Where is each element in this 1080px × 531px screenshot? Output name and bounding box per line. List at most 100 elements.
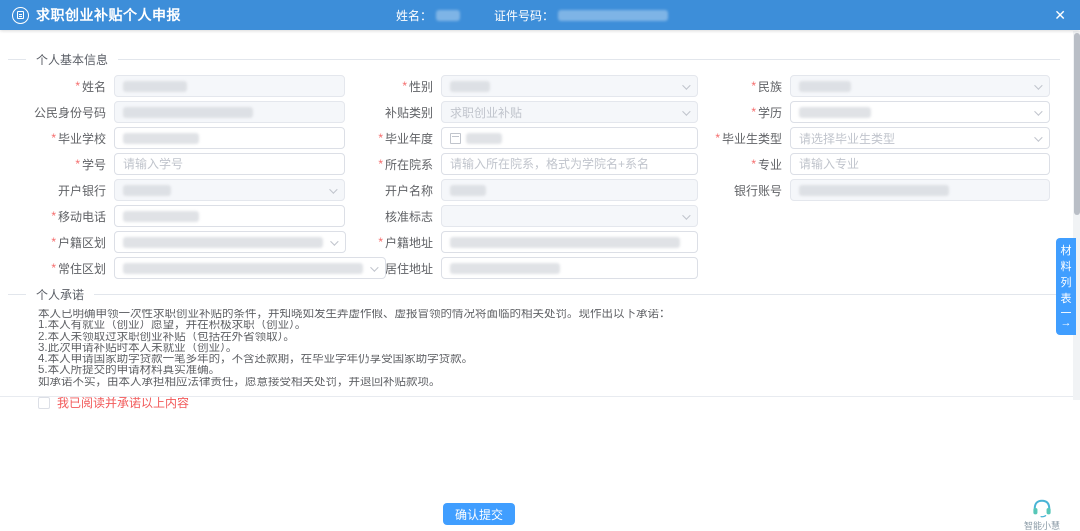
commitment-item: 2.本人未领取过求职创业补贴（包括在外省领取）。 [38,332,1060,343]
field-education: *学历 [708,101,1060,123]
close-icon[interactable]: ✕ [1054,6,1066,24]
page-title: 求职创业补贴个人申报 [36,5,181,25]
redacted-value [123,211,199,222]
account-name-input [441,179,698,201]
agree-checkbox[interactable] [38,397,50,409]
grad-year-datepicker[interactable] [441,127,698,149]
scrollbar-thumb[interactable] [1074,33,1080,215]
ethnicity-select [790,75,1050,97]
bank-select [114,179,345,201]
chevron-down-icon [1034,81,1042,89]
ai-assistant-widget[interactable]: 智能小慧 [1014,498,1070,531]
redacted-value [123,237,323,248]
student-id-input-wrap [114,153,345,175]
field-account-number: 银行账号 [708,179,1060,201]
field-label: 开户银行 [58,182,106,199]
commitment-item: 1.本人有就业（创业）愿望，并在积极求职（创业）。 [38,320,1060,331]
field-label: 移动电话 [58,208,106,225]
field-label: 公民身份号码 [34,104,106,121]
empty-cell [708,257,1060,279]
field-department: *所在院系 [355,153,708,175]
confirm-submit-button[interactable]: 确认提交 [443,503,515,525]
hukou-address-input[interactable] [441,231,698,253]
required-marker: * [402,79,407,93]
redacted-value [450,263,560,274]
field-label: 银行账号 [734,182,782,199]
chevron-down-icon [682,81,690,89]
mobile-input[interactable] [114,205,345,227]
field-label: 户籍地址 [385,234,433,251]
grad-type-select[interactable]: 请选择毕业生类型 [790,127,1050,149]
arrow-right-icon: → [1061,317,1072,329]
redacted-value [123,107,253,118]
field-label: 核准标志 [385,208,433,225]
school-input[interactable] [114,127,345,149]
section-title: 个人承诺 [26,286,94,303]
redacted-value [123,133,199,144]
field-label: 所在院系 [385,156,433,173]
field-subsidy-type: 补贴类别 求职创业补贴 [355,101,708,123]
res-address-input[interactable] [441,257,698,279]
required-marker: * [751,105,756,119]
student-id-input[interactable] [123,157,336,171]
form-document-icon [12,7,29,24]
field-grad-type: *毕业生类型 请选择毕业生类型 [708,127,1060,149]
field-label: 姓名 [82,78,106,95]
field-label: 开户名称 [385,182,433,199]
commitment-item: 5.本人所提交的申请材料真实准确。 [38,365,1060,376]
required-marker: * [51,235,56,249]
scrollbar-track[interactable] [1073,31,1080,400]
redacted-value [799,81,851,92]
field-label: 毕业年度 [385,130,433,147]
required-marker: * [751,157,756,171]
section-title: 个人基本信息 [26,51,118,68]
select-value: 求职创业补贴 [450,104,522,121]
res-district-select[interactable] [114,257,386,279]
redacted-value [123,81,187,92]
department-input[interactable] [450,157,689,171]
field-major: *专业 [708,153,1060,175]
redacted-value [450,185,486,196]
redacted-value [123,263,363,274]
material-list-tab[interactable]: 材 料 列 表 → [1056,238,1076,335]
field-name: *姓名 [14,75,355,97]
name-input [114,75,345,97]
field-label: 民族 [758,78,782,95]
tab-char: 列 [1061,277,1072,290]
required-marker: * [51,261,56,275]
subsidy-type-select: 求职创业补贴 [441,101,698,123]
field-label: 毕业生类型 [722,130,782,147]
field-label: 补贴类别 [385,104,433,121]
commitment-item: 3.此次申请补贴时本人未就业（创业）。 [38,343,1060,354]
department-input-wrap [441,153,698,175]
id-number-input [114,101,345,123]
tab-char: 材 [1061,245,1072,258]
field-grad-year: *毕业年度 [355,127,708,149]
field-res-address: *居住地址 [355,257,708,279]
field-label: 常住区划 [58,260,106,277]
chevron-down-icon [370,263,378,271]
education-select[interactable] [790,101,1050,123]
redacted-value [466,133,502,144]
field-label: 学历 [758,104,782,121]
commitment-item: 4.本人申请国家助学贷款一笔多年的，不含还款期，在毕业学年仍享受国家助学贷款。 [38,354,1060,365]
redacted-name [436,10,460,21]
field-hukou-address: *户籍地址 [355,231,708,253]
content-divider [0,396,1080,397]
major-input[interactable] [799,157,1041,171]
commitment-intro: 本人已明确申领一次性求职创业补贴的条件，并知晓如发生弄虚作假、虚报冒领的情况将面… [38,309,1060,320]
field-hukou-district: *户籍区划 [14,231,355,253]
field-label: 居住地址 [385,260,433,277]
id-label: 证件号码： [494,7,554,24]
gender-select [441,75,698,97]
hukou-district-select[interactable] [114,231,346,253]
field-label: 毕业学校 [58,130,106,147]
field-label: 专业 [758,156,782,173]
field-school: *毕业学校 [14,127,355,149]
tab-char: 料 [1061,261,1072,274]
chevron-down-icon [1034,133,1042,141]
chevron-down-icon [329,185,337,193]
required-marker: * [378,131,383,145]
tab-divider [1061,312,1071,313]
required-marker: * [715,131,720,145]
